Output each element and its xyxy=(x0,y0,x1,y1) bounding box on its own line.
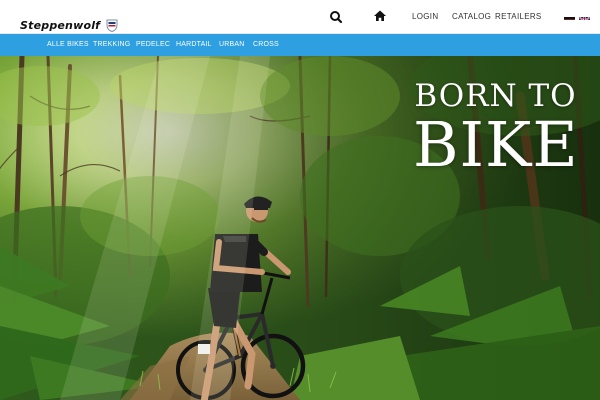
german-flag-icon xyxy=(564,17,575,20)
site-header: Steppenwolf LOGIN CATALOG RETAILERS xyxy=(0,0,600,34)
category-pedelec[interactable]: PEDELEC xyxy=(136,41,170,48)
language-en-flag[interactable] xyxy=(579,12,590,20)
search-icon xyxy=(330,11,343,24)
category-hardtail[interactable]: HARDTAIL xyxy=(176,41,212,48)
category-nav: ALLE BIKES TREKKING PEDELEC HARDTAIL URB… xyxy=(0,34,600,56)
hero-headline-line2: BIKE xyxy=(413,108,579,181)
brand-logo-text: Steppenwolf xyxy=(20,19,101,32)
retailers-link[interactable]: RETAILERS xyxy=(495,12,542,21)
category-urban[interactable]: URBAN xyxy=(219,41,245,48)
brand-logo[interactable]: Steppenwolf xyxy=(20,19,118,32)
home-icon xyxy=(374,10,386,21)
home-button[interactable] xyxy=(372,8,388,24)
language-de-flag[interactable] xyxy=(564,12,575,20)
catalog-link[interactable]: CATALOG xyxy=(452,12,491,21)
category-alle-bikes[interactable]: ALLE BIKES xyxy=(47,41,89,48)
category-cross[interactable]: CROSS xyxy=(253,41,279,48)
login-link[interactable]: LOGIN xyxy=(412,12,438,21)
hero-banner[interactable]: BORN TO BIKE xyxy=(0,56,600,400)
shield-icon xyxy=(106,19,118,32)
search-button[interactable] xyxy=(328,9,344,25)
uk-flag-icon xyxy=(579,16,590,20)
category-trekking[interactable]: TREKKING xyxy=(93,41,130,48)
